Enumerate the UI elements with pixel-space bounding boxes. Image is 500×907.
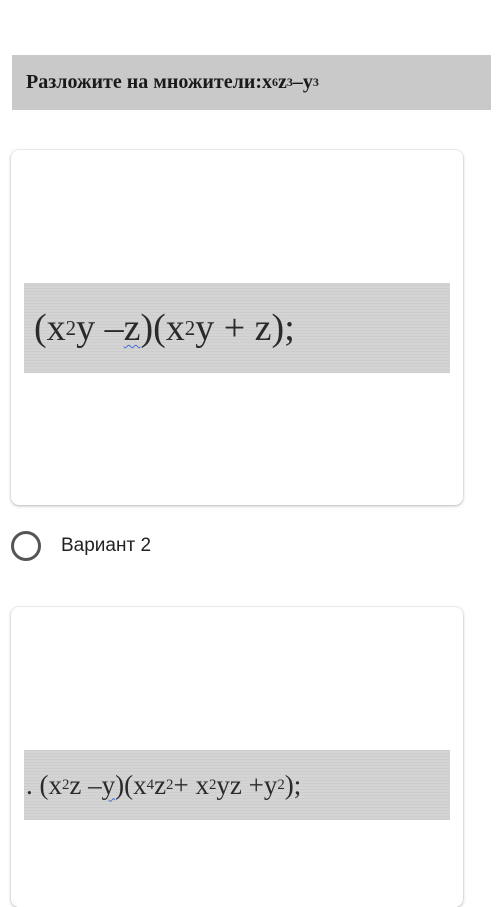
formula-part: y + z); [195,307,295,349]
formula-part: ); [284,769,302,800]
option-2-row[interactable]: Вариант 2 [11,528,151,564]
spellcheck-squiggle: z [123,307,141,349]
question-text: Разложите на множители: x6z3 – y3 [12,55,491,110]
formula-part: + x [173,769,209,800]
question-prefix: Разложите на множители: [26,71,263,93]
formula-part: (x [34,307,66,349]
question-z: z [278,71,287,93]
formula-part: )(x [140,307,185,349]
formula-part: yz +y [216,769,278,800]
option-1-formula-image: (x 2 y – z)(x 2 y + z); [24,283,450,373]
formula-part: . (x [26,769,62,800]
question-y: y [302,71,313,93]
formula-part: y – [76,307,124,349]
spellcheck-squiggle: y [101,769,116,800]
question-x: x [262,71,273,93]
radio-button-option-2[interactable] [11,531,41,561]
option-2-label[interactable]: Вариант 2 [61,535,151,557]
formula-part: z [154,769,167,800]
option-2-formula-image: . (x 2 z – y)(x 4 z 2 + x 2 yz +y 2); [24,750,450,820]
formula-part: z – [69,769,102,800]
question-y-exp: 3 [312,75,319,89]
formula-part: )(x [115,769,147,800]
question-minus: – [292,71,303,93]
